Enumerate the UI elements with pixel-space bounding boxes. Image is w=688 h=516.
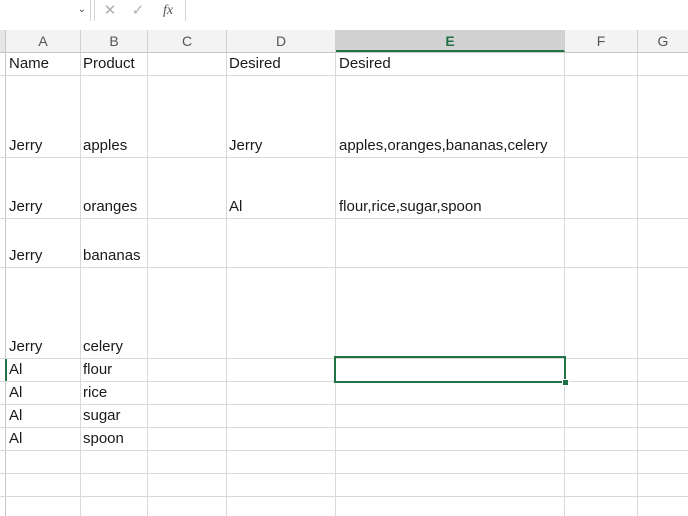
insert-function-icon[interactable]: fx [157,1,179,21]
cell-e3[interactable]: flour,rice,sugar,spoon [339,198,482,216]
cell-a9[interactable]: Al [9,430,22,448]
gridline [0,157,688,158]
active-row-indicator [5,359,7,381]
gridline [5,53,6,516]
gridline [226,53,227,516]
cancel-icon[interactable]: ✕ [100,0,120,21]
active-cell-e6[interactable] [334,356,566,383]
cell-b2[interactable]: apples [83,137,127,155]
cell-a8[interactable]: Al [9,407,22,425]
cell-b7[interactable]: rice [83,384,107,402]
gridline [80,53,81,516]
gridline [564,53,565,516]
column-header-d[interactable]: D [227,30,336,52]
column-headers: A B C D E F G [0,30,688,53]
cell-a7[interactable]: Al [9,384,22,402]
cell-b6[interactable]: flour [83,361,112,379]
cell-e1[interactable]: Desired [339,55,391,73]
gridline [335,53,336,516]
formula-bar: ⌄ ✕ ✓ fx [0,0,688,23]
column-header-c[interactable]: C [148,30,227,52]
gridline [0,404,688,405]
cell-e2[interactable]: apples,oranges,bananas,celery [339,137,547,155]
column-header-b[interactable]: B [81,30,148,52]
worksheet-grid[interactable]: Name Product Desired Desired Jerry apple… [0,53,688,516]
gridline [147,53,148,516]
enter-icon[interactable]: ✓ [128,0,148,21]
formula-input[interactable] [186,0,688,21]
toolbar-gap [0,22,688,30]
gridline [0,218,688,219]
cell-b8[interactable]: sugar [83,407,121,425]
gridline [0,75,688,76]
gridline [637,53,638,516]
cell-d2[interactable]: Jerry [229,137,262,155]
cell-b3[interactable]: oranges [83,198,137,216]
gridline [0,496,688,497]
cell-a1[interactable]: Name [9,55,49,73]
cell-b5[interactable]: celery [83,338,123,356]
fill-handle[interactable] [562,379,569,386]
formula-bar-divider [94,0,95,21]
cell-d3[interactable]: Al [229,198,242,216]
chevron-down-icon[interactable]: ⌄ [78,4,86,15]
gridline [0,450,688,451]
column-header-e[interactable]: E [336,30,565,52]
cell-d1[interactable]: Desired [229,55,281,73]
cell-a2[interactable]: Jerry [9,137,42,155]
cell-b1[interactable]: Product [83,55,135,73]
gridline [0,473,688,474]
column-header-a[interactable]: A [6,30,81,52]
name-box[interactable]: ⌄ [0,0,91,21]
cell-b9[interactable]: spoon [83,430,124,448]
gridline [0,427,688,428]
cell-a5[interactable]: Jerry [9,338,42,356]
cell-a3[interactable]: Jerry [9,198,42,216]
gridline [0,267,688,268]
column-header-f[interactable]: F [565,30,638,52]
cell-b4[interactable]: bananas [83,247,141,265]
column-header-g[interactable]: G [638,30,688,52]
cell-a4[interactable]: Jerry [9,247,42,265]
cell-a6[interactable]: Al [9,361,22,379]
